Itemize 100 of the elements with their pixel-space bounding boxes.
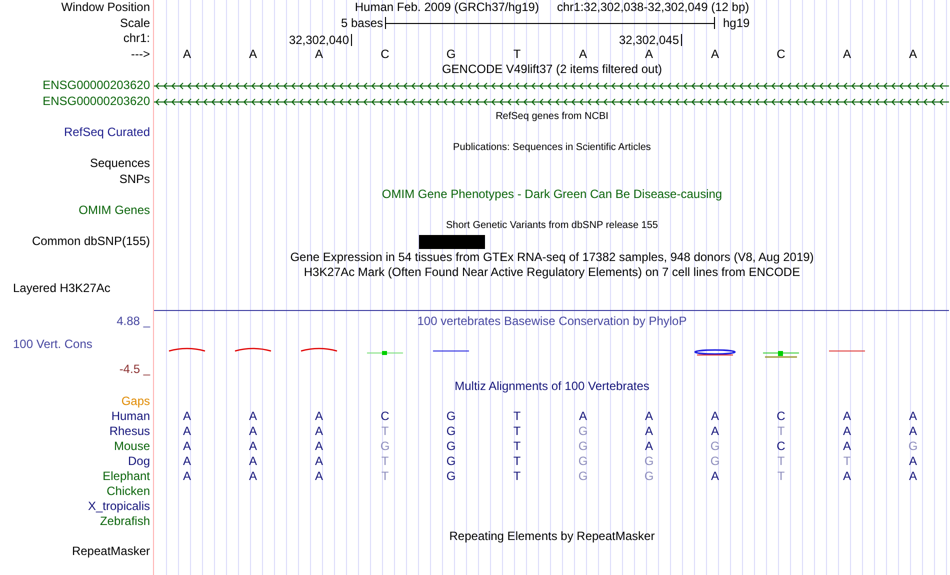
window-position-label: Window Position xyxy=(61,0,150,14)
base-letter: A xyxy=(710,408,720,424)
base-letter: A xyxy=(248,468,258,484)
track-label[interactable]: ENSG00000203620 xyxy=(42,78,150,92)
base-letter: A xyxy=(182,408,192,424)
species-label[interactable]: Chicken xyxy=(106,484,150,498)
track-label[interactable]: Common dbSNP(155) xyxy=(32,234,150,248)
base-letter: A xyxy=(710,424,720,439)
track-label[interactable]: Layered H3K27Ac xyxy=(13,280,110,295)
base-letter: A xyxy=(644,424,654,439)
base-letter: A xyxy=(248,438,258,454)
species-label[interactable]: Elephant xyxy=(102,468,150,483)
track-label[interactable]: RefSeq Curated xyxy=(64,124,150,139)
position-tick-label: 32,302,045 xyxy=(618,34,682,46)
base-letter: T xyxy=(776,468,786,484)
base-letter: G xyxy=(577,454,589,469)
species-label[interactable]: Mouse xyxy=(114,438,150,453)
base-letter: A xyxy=(908,424,918,439)
base-letter: A xyxy=(644,438,654,454)
base-letter: A xyxy=(578,408,588,424)
base-letter: T xyxy=(512,468,522,484)
track-label[interactable]: Sequences xyxy=(90,156,150,170)
base-letter: A xyxy=(248,424,258,439)
base-letter: G xyxy=(445,408,457,424)
base-letter: A xyxy=(182,424,192,439)
base-letter: T xyxy=(776,424,786,439)
base-letter: A xyxy=(182,46,192,62)
base-letter: C xyxy=(380,408,390,424)
base-letter: G xyxy=(577,468,589,484)
base-letter: A xyxy=(710,468,720,484)
base-letter: A xyxy=(842,468,852,484)
species-label[interactable]: Human xyxy=(111,408,150,423)
base-letter: C xyxy=(776,46,786,62)
base-letter: A xyxy=(908,468,918,484)
base-letter: G xyxy=(445,438,457,454)
base-letter: A xyxy=(908,408,918,424)
base-letter: C xyxy=(776,408,786,424)
base-letter: A xyxy=(578,46,588,62)
scale-label: Scale xyxy=(120,16,150,30)
track-label[interactable]: 100 Vert. Cons xyxy=(0,336,150,352)
base-letter: A xyxy=(710,46,720,62)
track-label[interactable]: ENSG00000203620 xyxy=(42,94,150,108)
base-letter: A xyxy=(908,46,918,62)
track-title: Short Genetic Variants from dbSNP release 155 xyxy=(446,219,658,234)
track-title: Repeating Elements by RepeatMasker xyxy=(449,528,655,544)
assembly-label: hg19 xyxy=(722,16,751,32)
base-letter: G xyxy=(445,468,457,484)
base-letter: A xyxy=(908,454,918,469)
track-label[interactable]: SNPs xyxy=(119,172,150,186)
base-letter: T xyxy=(512,438,522,454)
track-title: RefSeq genes from NCBI xyxy=(496,110,608,124)
track-title: H3K27Ac Mark (Often Found Near Active Regulatory Elements) on 7 cell lines from ENCODE xyxy=(304,265,800,281)
base-letter: T xyxy=(776,454,786,469)
position-range: chr1:32,302,038-32,302,049 (12 bp) xyxy=(556,0,750,16)
base-letter: A xyxy=(248,46,258,62)
track-title: GENCODE V49lift37 (2 items filtered out) xyxy=(442,62,662,78)
base-letter: T xyxy=(842,454,852,469)
base-letter: A xyxy=(842,438,852,454)
base-letter: T xyxy=(380,454,390,469)
base-letter: T xyxy=(512,424,522,439)
assembly-title: Human Feb. 2009 (GRCh37/hg19) xyxy=(354,0,539,16)
species-label[interactable]: X_tropicalis xyxy=(88,498,150,513)
track-label[interactable]: OMIM Genes xyxy=(78,202,150,217)
species-label[interactable]: Rhesus xyxy=(109,424,150,438)
base-letter: A xyxy=(842,46,852,62)
base-letter: A xyxy=(182,454,192,469)
variant-bar xyxy=(419,234,485,249)
track-title: 100 vertebrates Basewise Conservation by PhyloP xyxy=(417,314,687,329)
strand-label: ---> xyxy=(131,46,150,61)
base-letter: T xyxy=(512,46,522,62)
track-label[interactable]: RepeatMasker xyxy=(72,544,150,558)
base-letter: A xyxy=(182,468,192,484)
base-letter: A xyxy=(314,424,324,439)
base-letter: T xyxy=(512,454,522,469)
base-letter: C xyxy=(380,46,390,62)
base-letter: A xyxy=(314,468,324,484)
axis-max-label: 4.88 _ xyxy=(116,314,150,329)
base-letter: G xyxy=(709,454,721,469)
track-title: Publications: Sequences in Scientific Articles xyxy=(453,141,651,156)
position-tick-label: 32,302,040 xyxy=(288,34,352,46)
base-letter: C xyxy=(776,438,786,454)
base-letter: A xyxy=(314,454,324,469)
chromosome-label: chr1: xyxy=(123,31,150,46)
base-letter: G xyxy=(643,454,655,469)
base-letter: G xyxy=(643,468,655,484)
base-letter: G xyxy=(709,438,721,454)
base-letter: G xyxy=(577,438,589,454)
track-title: OMIM Gene Phenotypes - Dark Green Can Be Disease-causing xyxy=(382,187,722,203)
base-letter: T xyxy=(380,468,390,484)
scale-length-label: 5 bases xyxy=(340,16,384,32)
base-letter: A xyxy=(248,408,258,424)
base-letter: A xyxy=(314,438,324,454)
species-label[interactable]: Zebrafish xyxy=(100,514,150,528)
axis-min-label: -4.5 _ xyxy=(118,362,150,377)
track-title: Multiz Alignments of 100 Vertebrates xyxy=(454,378,650,394)
base-letter: T xyxy=(380,424,390,439)
base-letter: A xyxy=(182,438,192,454)
species-label[interactable]: Dog xyxy=(128,454,150,468)
base-letter: A xyxy=(314,408,324,424)
base-letter: G xyxy=(907,438,919,454)
